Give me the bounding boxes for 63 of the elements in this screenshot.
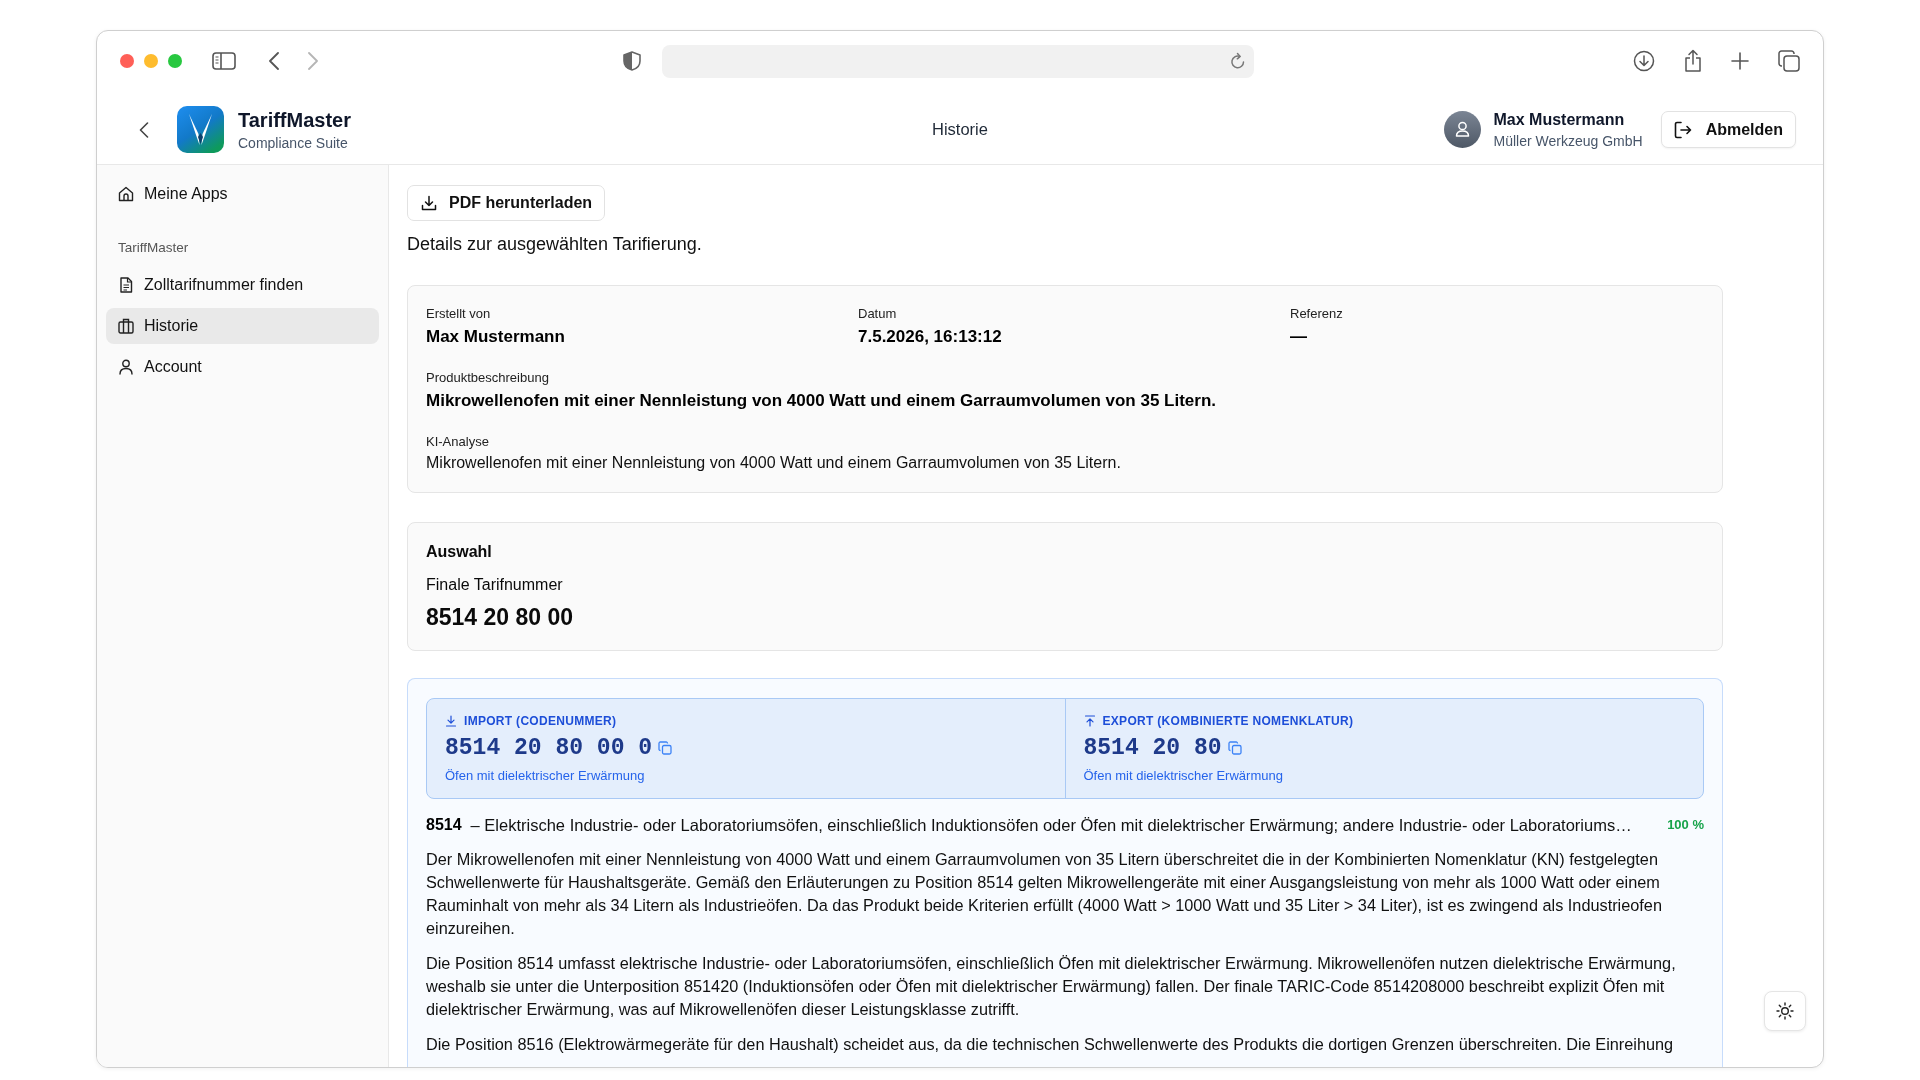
sidebar-section-label: TariffMaster	[118, 239, 190, 257]
copy-icon[interactable]	[1227, 741, 1242, 755]
sidebar-item[interactable]: Historie	[106, 308, 379, 344]
field-label: Referenz	[1290, 305, 1343, 322]
sidebar-item[interactable]: Zolltarifnummer finden	[106, 267, 379, 303]
logout-icon	[1673, 120, 1692, 139]
user-name: Max Mustermann	[1493, 109, 1626, 130]
code-description: Öfen mit dielektrischer Erwärmung	[445, 767, 645, 785]
download-icon[interactable]	[1633, 50, 1655, 72]
field-label: KI-Analyse	[426, 433, 489, 450]
field-value: Mikrowellenofen mit einer Nennleistung von 4000 Watt und einem Garraumvolumen von 35 Litern.	[426, 390, 1217, 412]
card-title: Auswahl	[426, 542, 492, 562]
code-label: EXPORT (KOMBINIERTE NOMENKLATUR)	[1102, 713, 1354, 729]
chevron-left-icon[interactable]	[269, 52, 279, 70]
tariff-code: 8514 20 80	[1083, 734, 1222, 763]
window-close-icon[interactable]	[120, 54, 134, 68]
field-value: —	[1290, 326, 1307, 348]
document-icon	[118, 277, 134, 293]
home-icon	[118, 186, 134, 202]
explanation-paragraph: Der Mikrowellenofen mit einer Nennleistung von 4000 Watt und einem Garraumvolumen von 35 Litern überschreitet die in der Kombinierten Nomenklatur (KN) festgelegten Schwellenwerte für Haushaltsgeräte. Gemäß den Erläuterungen zu Position 8514 gelten Mikrowellengeräte mit einer Ausgangsleistung von mehr als 1000 Watt oder einem Rauminhalt von mehr als 34 Litern als Industrieöfen. Da das Produkt beide Kriterien erfüllt (4000 Watt > 1000 Watt und 35 Liter > 34 Liter), ist es zwingend als Industrieofen einzureihen.	[426, 849, 1663, 939]
sidebar-item[interactable]: Meine Apps	[106, 176, 379, 212]
address-field[interactable]	[662, 44, 1254, 78]
theme-toggle-button[interactable]	[1764, 991, 1806, 1031]
sidebar-item[interactable]: Account	[106, 349, 379, 385]
app-logo-icon	[177, 106, 224, 153]
tariff-number: 8514 20 80 00	[426, 603, 574, 632]
heading-text: – Elektrische Industrie- oder Laboratoriumsöfen, einschließlich Induktionsöfen oder Öfen mit dielektrischer Erwärmung; andere Industrie- oder Laboratoriums…	[470, 815, 1633, 836]
app-name: TariffMaster	[238, 107, 351, 132]
sun-icon	[1776, 1002, 1794, 1020]
pdf-download-button[interactable]: PDF herunterladen	[407, 185, 606, 221]
intro-text: Details zur ausgewählten Tarifierung.	[407, 233, 703, 256]
field-label: Finale Tarifnummer	[426, 575, 563, 595]
field-value: 7.5.2026, 16:13:12	[858, 326, 1002, 348]
field-value: Max Mustermann	[426, 326, 565, 348]
chevron-left-icon[interactable]	[139, 121, 149, 138]
avatar-icon[interactable]	[1443, 111, 1481, 148]
shield-icon[interactable]	[623, 51, 641, 71]
upload-arrow-icon	[1083, 715, 1096, 727]
field-label: Datum	[858, 305, 897, 322]
field-label: Produktbeschreibung	[426, 369, 549, 386]
download-icon	[421, 195, 437, 211]
code-label: IMPORT (CODENUMMER)	[464, 713, 617, 729]
field-value: Mikrowellenofen mit einer Nennleistung von 4000 Watt und einem Garraumvolumen von 35 Litern.	[426, 453, 1121, 473]
copy-icon[interactable]	[658, 741, 673, 755]
briefcase-icon	[118, 318, 134, 334]
explanation-paragraph: Die Position 8516 (Elektrowärmegeräte für den Haushalt) scheidet aus, da die technischen Schwellenwerte des Produkts die dortigen Grenzen überschreiten. Die Einreihung	[426, 1034, 1675, 1055]
field-label: Erstellt von	[426, 305, 491, 322]
reload-icon[interactable]	[1230, 52, 1246, 70]
heading-number: 8514	[426, 815, 462, 835]
tariff-code: 8514 20 80 00 0	[445, 734, 653, 763]
app-subtitle: Compliance Suite	[238, 133, 349, 152]
tabs-icon[interactable]	[1778, 50, 1800, 72]
logout-button[interactable]: Abmelden	[1660, 111, 1796, 148]
page-title: Historie	[932, 120, 988, 139]
download-arrow-icon	[445, 715, 457, 727]
code-description: Öfen mit dielektrischer Erwärmung	[1083, 767, 1283, 785]
share-icon[interactable]	[1684, 49, 1702, 73]
user-icon	[118, 359, 134, 375]
plus-icon[interactable]	[1731, 52, 1749, 70]
confidence-value: 100 %	[1667, 816, 1704, 834]
user-company: Müller Werkzeug GmbH	[1493, 131, 1643, 150]
sidebar-toggle-icon[interactable]	[212, 52, 236, 70]
explanation-paragraph: Die Position 8514 umfasst elektrische Industrie- oder Laboratoriumsöfen, einschließlich Öfen mit dielektrischer Erwärmung. Mikrowellenöfen nutzen dielektrische Erwärmung, weshalb sie unter die Unterposition 851420 (Induktionsöfen oder Öfen mit dielektrischer Erwärmung) fallen. Der finale TARIC-Code 8514208000 beschreibt explizit Öfen mit dielektrischer Erwärmung, was auf Mikrowellenöfen dieser Leistungsklasse zutrifft.	[426, 953, 1677, 1020]
